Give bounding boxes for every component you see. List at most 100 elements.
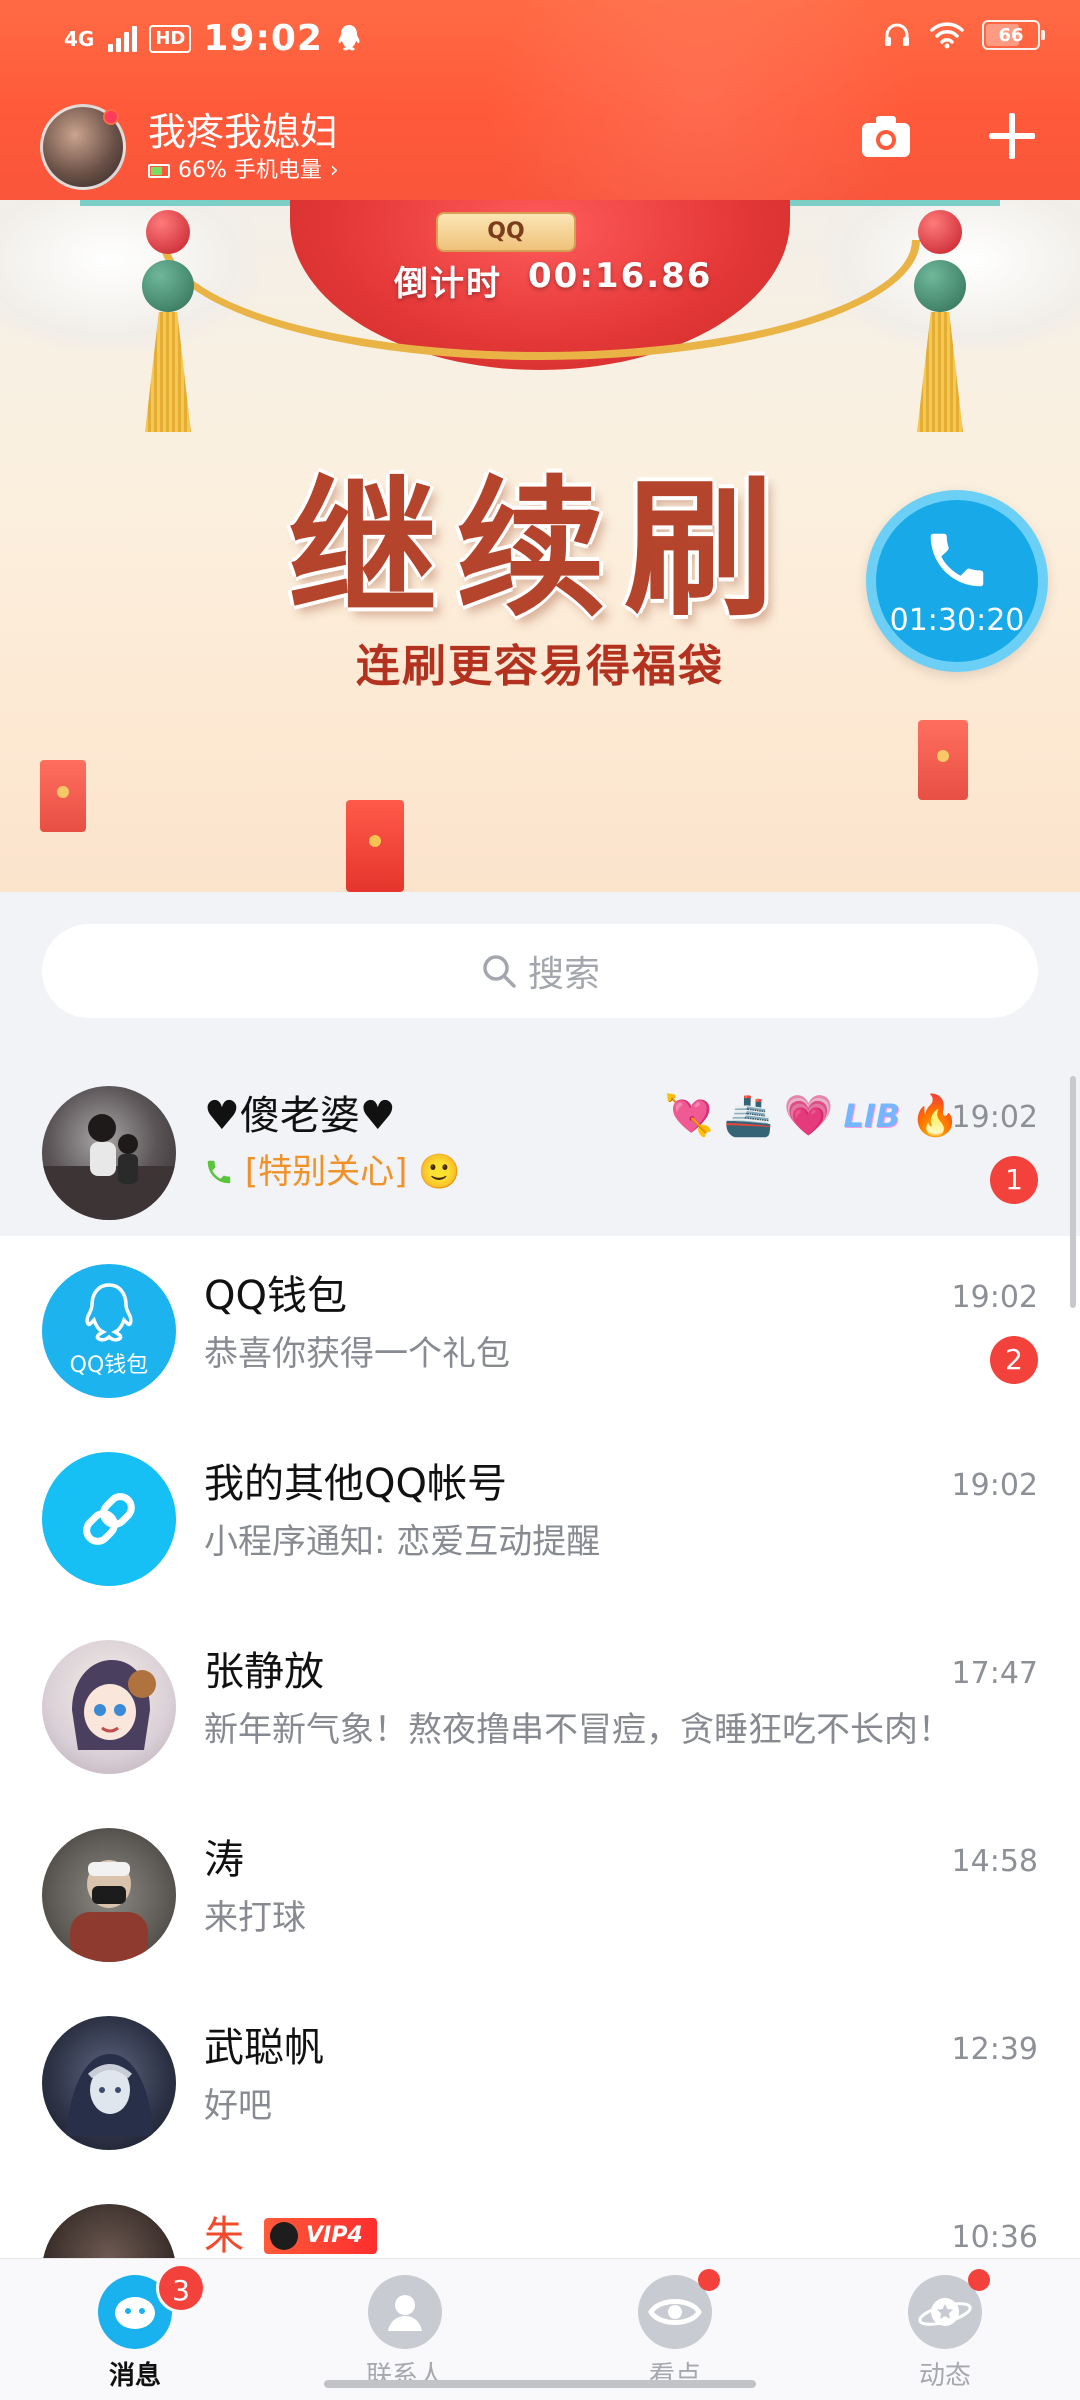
contact-name: 朱 [204,2213,244,2259]
my-avatar[interactable] [40,104,126,190]
masked-person-avatar [70,1860,148,1962]
cupid-key-icon: 💘 [664,1093,714,1139]
avatar [42,1640,176,1774]
tassel-right [910,210,970,450]
scrollbar[interactable] [1070,1076,1076,1308]
red-envelope-decoration [40,760,86,832]
camera-icon [862,116,910,157]
countdown-label: 倒计时 [394,264,502,304]
conversation-preview: [特别关心] 🙂 [204,1150,461,1194]
unread-badge: 1 [990,1156,1038,1204]
link-icon [83,1493,135,1545]
add-button[interactable] [984,108,1040,164]
conversation-name: 张静放 [204,1649,324,1695]
eye-icon [638,2269,720,2349]
message-penguin-icon: 3 [98,2263,206,2349]
qq-penguin-icon [85,1283,133,1342]
chevron-right-icon: › [329,158,339,183]
my-nickname: 我疼我媳妇 [148,110,339,154]
boat-icon: 🚢 [723,1093,774,1139]
conversation-list: ♥傻老婆♥ [特别关心] 🙂 💘 🚢 💗 LIB 🔥 19:02 1 QQ钱包 … [0,1070,1080,2364]
countdown: 倒计时 00:16.86 [394,256,712,305]
tab-messages[interactable]: 3 消息 [0,2259,270,2400]
search-icon [483,955,516,988]
avatar [42,2016,176,2150]
conversation-name: 朱 VIP4 [204,2210,377,2262]
headphone-icon [885,23,909,46]
qq-message-screen: 4G HD 19:02 66 我疼我媳妇 66% 手机电量 › QQ 倒计时 0… [0,0,1080,2400]
device-status[interactable]: 66% 手机电量 › [148,156,339,186]
status-time: 19:02 [203,18,323,59]
tab-label: 消息 [108,2361,161,2391]
home-indicator[interactable] [324,2380,756,2388]
ongoing-call-bubble[interactable]: 01:30:20 [866,490,1048,672]
conversation-name: ♥傻老婆♥ [204,1090,396,1142]
tab-contacts[interactable]: 联系人 [270,2259,540,2400]
conversation-name: QQ钱包 [204,1273,347,1319]
status-icons-strip: 💘 🚢 💗 LIB 🔥 [664,1092,960,1140]
conversation-row[interactable]: 我的其他QQ帐号 小程序通知: 恋爱互动提醒 19:02 [0,1424,1080,1612]
countdown-value: 00:16.86 [528,256,713,296]
phone-battery-text: 66% 手机电量 [178,158,322,183]
conversation-name: 武聪帆 [204,2025,324,2071]
phone-icon [207,1160,231,1184]
qq-tag: QQ [436,212,576,252]
avatar [42,1828,176,1962]
heart-crown-icon: 💗 [783,1093,834,1139]
network-type: 4G [64,26,95,51]
profile-text: 我疼我媳妇 66% 手机电量 › [148,108,339,186]
tab-label: 动态 [918,2361,971,2391]
couple-photo-avatar [42,1114,176,1220]
avatar: QQ钱包 [42,1264,176,1398]
conversation-time: 14:58 [951,1844,1038,1879]
conversation-time: 12:39 [951,2032,1038,2067]
anime-girl-avatar [72,1660,156,1750]
conversation-preview: 恭喜你获得一个礼包 [204,1334,510,1374]
app-header: 4G HD 19:02 66 我疼我媳妇 66% 手机电量 › [0,0,1080,200]
conversation-time: 19:02 [951,1280,1038,1315]
planet-star-icon [908,2269,990,2349]
lib-badge-icon: LIB [843,1097,901,1135]
wifi-icon [930,22,964,49]
battery-level: 66 [998,24,1024,46]
conversation-row[interactable]: ♥傻老婆♥ [特别关心] 🙂 💘 🚢 💗 LIB 🔥 19:02 1 [0,1070,1080,1236]
conversation-row[interactable]: 张静放 新年新气象！熬夜撸串不冒痘，贪睡狂吃不长肉！ 17:47 [0,1612,1080,1800]
conversation-time: 10:36 [951,2220,1038,2255]
search-input[interactable]: 搜索 [42,924,1038,1018]
status-right: 66 [882,20,1045,50]
wallet-avatar-label: QQ钱包 [69,1353,149,1378]
status-left: 4G HD 19:02 [64,18,363,59]
conversation-preview: 新年新气象！熬夜撸串不冒痘，贪睡狂吃不长肉！ [204,1710,952,1750]
bottom-tab-bar: 3 消息 联系人 看点 动态 [0,2258,1080,2400]
conversation-time: 19:02 [951,1468,1038,1503]
tab-moments[interactable]: 动态 [810,2259,1080,2400]
tab-watch[interactable]: 看点 [540,2259,810,2400]
conversation-time: 17:47 [951,1656,1038,1691]
search-placeholder: 搜索 [527,954,600,995]
hd-icon: HD [149,24,192,53]
red-envelope-decoration [918,720,968,800]
conversation-time: 19:02 [951,1100,1038,1135]
header-actions [858,108,1040,164]
conversation-row[interactable]: QQ钱包 QQ钱包 恭喜你获得一个礼包 19:02 2 [0,1236,1080,1424]
call-duration: 01:30:20 [889,602,1025,638]
special-care-tag: [特别关心] [244,1152,408,1192]
conversation-name: 涛 [204,1837,244,1883]
camera-button[interactable] [858,108,914,164]
conversation-preview: 来打球 [204,1898,306,1938]
conversation-name: 我的其他QQ帐号 [204,1461,507,1507]
smile-emoji-icon: 🙂 [418,1152,461,1192]
contacts-person-icon [368,2275,442,2349]
contact-name: ♥傻老婆♥ [204,1093,396,1139]
battery-icon: 66 [982,20,1045,50]
plus-icon [989,113,1035,159]
vip-badge: VIP4 [264,2218,377,2254]
anime-hooded-avatar [66,2054,154,2136]
red-envelope-decoration [346,800,404,892]
conversation-row[interactable]: 涛 来打球 14:58 [0,1800,1080,1988]
avatar [42,1086,176,1220]
conversation-row[interactable]: 武聪帆 好吧 12:39 [0,1988,1080,2176]
profile-area[interactable]: 我疼我媳妇 66% 手机电量 › [40,104,339,190]
avatar [42,1452,176,1586]
phone-icon [930,533,984,586]
